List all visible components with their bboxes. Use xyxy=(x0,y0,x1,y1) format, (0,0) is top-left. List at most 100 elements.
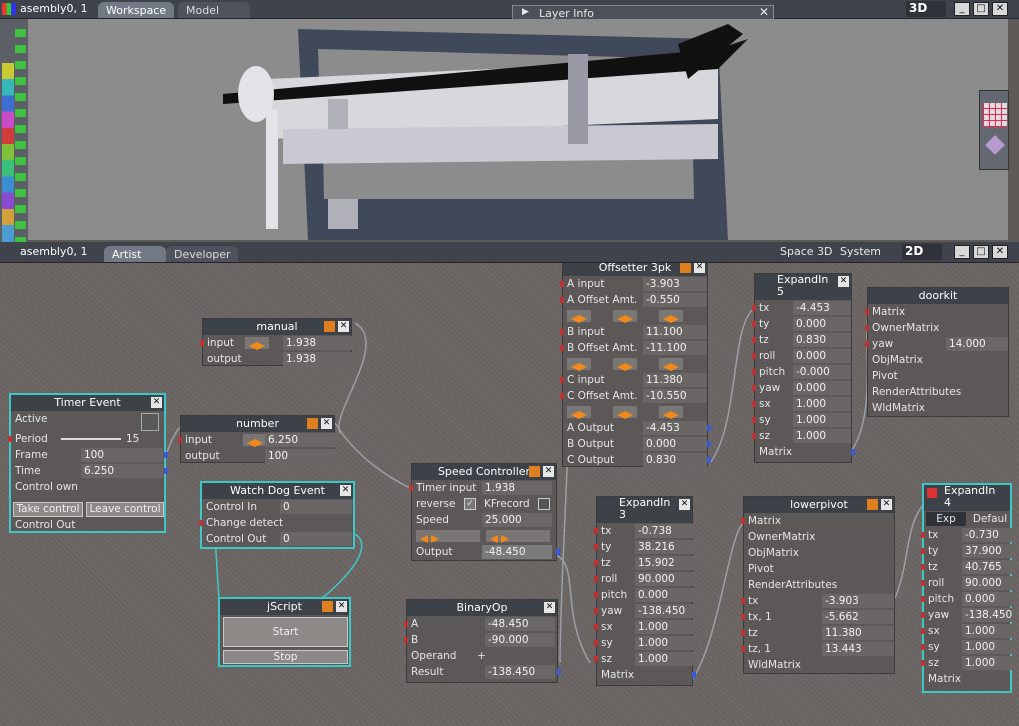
in-port[interactable] xyxy=(921,580,925,586)
param-value[interactable]: 38.216 xyxy=(635,540,693,554)
out-port[interactable] xyxy=(557,669,561,675)
in-port[interactable] xyxy=(594,624,598,630)
node-title[interactable]: manual ✕ xyxy=(203,319,351,335)
close-icon[interactable]: ✕ xyxy=(679,499,690,510)
param-row[interactable]: yaw 14.000 xyxy=(865,336,1008,352)
node-title[interactable]: BinaryOp ✕ xyxy=(407,600,557,616)
close-icon[interactable]: ✕ xyxy=(544,602,555,613)
in-port[interactable] xyxy=(921,628,925,634)
node-manual[interactable]: manual ✕ input 1.938 output 1.938 xyxy=(200,318,353,367)
param-value[interactable]: 0.830 xyxy=(793,333,851,347)
param-row[interactable]: Control Out xyxy=(11,517,75,533)
close-icon[interactable]: ✕ xyxy=(151,397,162,408)
in-port[interactable] xyxy=(404,637,408,643)
close-icon[interactable]: ✕ xyxy=(336,601,347,612)
param-row[interactable]: Operand + xyxy=(407,648,557,664)
param-row[interactable]: tz 40.765 xyxy=(921,559,1012,575)
in-port[interactable] xyxy=(921,564,925,570)
param-row[interactable]: Matrix xyxy=(755,444,855,460)
param-value[interactable]: 0.000 xyxy=(962,592,1012,606)
param-row[interactable]: sy 1.000 xyxy=(594,635,693,651)
param-value[interactable]: 1.000 xyxy=(962,656,1012,670)
node-watch-dog-event[interactable]: Watch Dog Event ✕ Control In 0 Change dete… xyxy=(199,481,355,549)
in-port[interactable] xyxy=(752,337,756,343)
out-port[interactable] xyxy=(707,441,711,447)
param-row[interactable]: tz 0.830 xyxy=(752,332,851,348)
subtabs[interactable]: Exp Defaul xyxy=(924,511,1010,527)
in-port[interactable] xyxy=(594,528,598,534)
param-row[interactable]: Timer input 1.938 xyxy=(409,480,556,496)
layer-toolstrip[interactable] xyxy=(0,19,28,249)
in-port[interactable] xyxy=(921,644,925,650)
stepper-arrows[interactable] xyxy=(567,358,591,371)
in-port[interactable] xyxy=(560,377,564,383)
tab-developer[interactable]: Developer xyxy=(166,246,238,262)
param-row[interactable]: Pivot xyxy=(868,368,1008,384)
in-port[interactable] xyxy=(752,321,756,327)
param-row[interactable]: sx 1.000 xyxy=(752,396,851,412)
node-offsetter-3pk[interactable]: Offsetter 3pk ✕ A input -3.903 A Offset Am… xyxy=(560,263,711,467)
grid-icon[interactable] xyxy=(983,103,1007,127)
in-port[interactable] xyxy=(594,560,598,566)
node-title[interactable]: ExpandIn 3 ✕ xyxy=(597,497,692,523)
param-row[interactable]: output 1.938 xyxy=(203,351,353,367)
space-3d-button[interactable]: Space 3D xyxy=(780,245,833,258)
in-port[interactable] xyxy=(8,436,12,442)
node-title[interactable]: Speed Controller ✕ xyxy=(412,464,556,480)
node-doorkit[interactable]: doorkit Matrix OwnerMatrix yaw 14.000 Obj… xyxy=(865,287,1009,417)
param-row[interactable]: A Output -4.453 xyxy=(563,420,711,436)
param-row[interactable]: Output -48.450 xyxy=(412,544,560,560)
param-value[interactable]: 1.000 xyxy=(962,624,1012,638)
param-row[interactable]: ObjMatrix xyxy=(868,352,1008,368)
close-icon[interactable]: ✕ xyxy=(694,263,705,273)
stepper-arrows[interactable] xyxy=(613,310,637,323)
stepper-row[interactable] xyxy=(412,528,556,544)
param-row[interactable]: OwnerMatrix xyxy=(744,529,894,545)
param-value[interactable]: 1.000 xyxy=(793,413,851,427)
param-row[interactable]: Control Out 0 xyxy=(202,531,353,547)
node-title[interactable]: Offsetter 3pk ✕ xyxy=(563,263,707,276)
in-port[interactable] xyxy=(865,341,869,347)
param-row[interactable]: RenderAttributes xyxy=(744,577,894,593)
param-row[interactable]: A input -3.903 xyxy=(560,276,707,292)
param-value[interactable]: 1.000 xyxy=(635,636,693,650)
close-icon[interactable]: ✕ xyxy=(338,321,349,332)
in-port[interactable] xyxy=(865,325,869,331)
node-title[interactable]: number ✕ xyxy=(181,416,334,432)
layer-swatches[interactable] xyxy=(2,63,14,243)
close-window-icon[interactable]: ✕ xyxy=(992,2,1008,16)
param-row[interactable]: yaw -138.450 xyxy=(594,603,693,619)
mode-3d-button[interactable]: 3D xyxy=(906,1,946,17)
param-row[interactable]: roll 0.000 xyxy=(752,348,851,364)
stepper-arrows[interactable] xyxy=(659,406,683,419)
param-value[interactable]: -0.550 xyxy=(643,293,707,307)
close-icon[interactable]: ✕ xyxy=(543,466,554,477)
node-expandin-5[interactable]: ExpandIn 5 ✕ tx -4.453 ty 0.000 tz 0.830 roll 0.0… xyxy=(752,273,855,463)
tab-model[interactable]: Model xyxy=(178,2,250,18)
param-row[interactable]: output 100 xyxy=(181,448,335,464)
stepper-arrows[interactable] xyxy=(486,530,550,543)
tab-exp[interactable]: Exp xyxy=(926,512,966,526)
node-title[interactable]: doorkit xyxy=(868,288,1008,304)
param-row[interactable]: RenderAttributes xyxy=(868,384,1008,400)
param-value[interactable]: 14.000 xyxy=(946,337,1008,351)
in-port[interactable] xyxy=(594,608,598,614)
param-value[interactable]: 0.000 xyxy=(793,317,851,331)
in-port[interactable] xyxy=(741,614,745,620)
stepper-row[interactable] xyxy=(563,404,707,420)
out-port[interactable] xyxy=(164,468,168,474)
in-port[interactable] xyxy=(741,518,745,524)
node-title[interactable]: Watch Dog Event ✕ xyxy=(202,483,353,499)
in-port[interactable] xyxy=(741,598,745,604)
close-icon[interactable]: ✕ xyxy=(881,499,892,510)
stepper-arrows[interactable] xyxy=(613,406,637,419)
in-port[interactable] xyxy=(921,596,925,602)
operand-select[interactable]: + xyxy=(477,648,486,664)
param-row[interactable]: tx, 1 -5.662 xyxy=(741,609,894,625)
param-row[interactable]: reverse ✓ KFrecord xyxy=(412,496,556,512)
param-row[interactable]: yaw 0.000 xyxy=(752,380,851,396)
param-row[interactable]: B -90.000 xyxy=(404,632,557,648)
param-row[interactable]: C Offset Amt. -10.550 xyxy=(560,388,707,404)
param-value[interactable]: 1.000 xyxy=(793,397,851,411)
param-value[interactable]: -0.000 xyxy=(793,365,851,379)
